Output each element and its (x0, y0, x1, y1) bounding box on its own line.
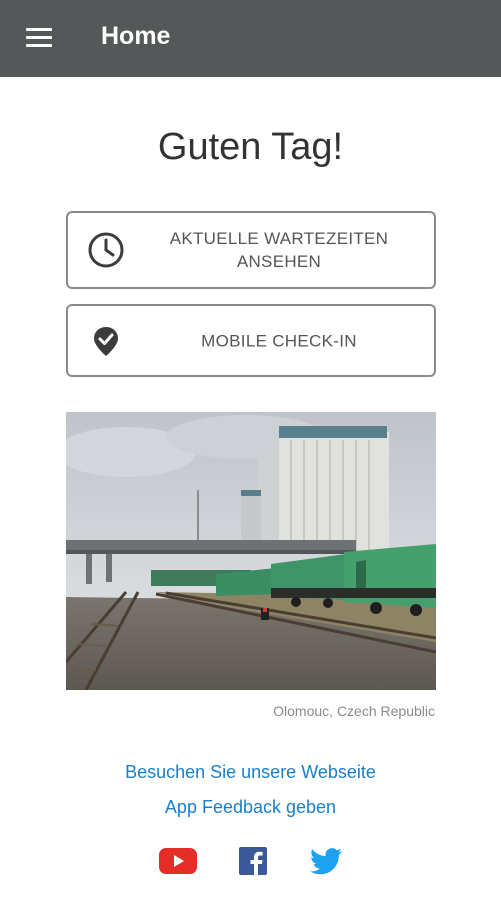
visit-website-link[interactable]: Besuchen Sie unsere Webseite (0, 762, 501, 783)
app-bar: Home (0, 0, 501, 77)
app-feedback-link[interactable]: App Feedback geben (0, 797, 501, 818)
clock-icon (86, 230, 126, 270)
view-wait-times-button[interactable]: AKTUELLE WARTEZEITEN ANSEHEN (66, 211, 436, 289)
mobile-checkin-label: MOBILE CHECK-IN (201, 331, 357, 350)
rail-yard-photo (66, 412, 436, 690)
mobile-checkin-button[interactable]: MOBILE CHECK-IN (66, 304, 436, 377)
youtube-icon[interactable] (159, 845, 197, 877)
view-wait-times-label: AKTUELLE WARTEZEITEN ANSEHEN (169, 229, 389, 271)
facebook-icon[interactable] (237, 845, 271, 877)
hamburger-menu-icon[interactable] (24, 26, 54, 50)
twitter-icon[interactable] (308, 845, 343, 877)
location-check-icon (86, 321, 126, 361)
greeting-heading: Guten Tag! (157, 126, 344, 168)
page-title: Home (101, 22, 171, 50)
photo-caption: Olomouc, Czech Republic (273, 703, 435, 719)
